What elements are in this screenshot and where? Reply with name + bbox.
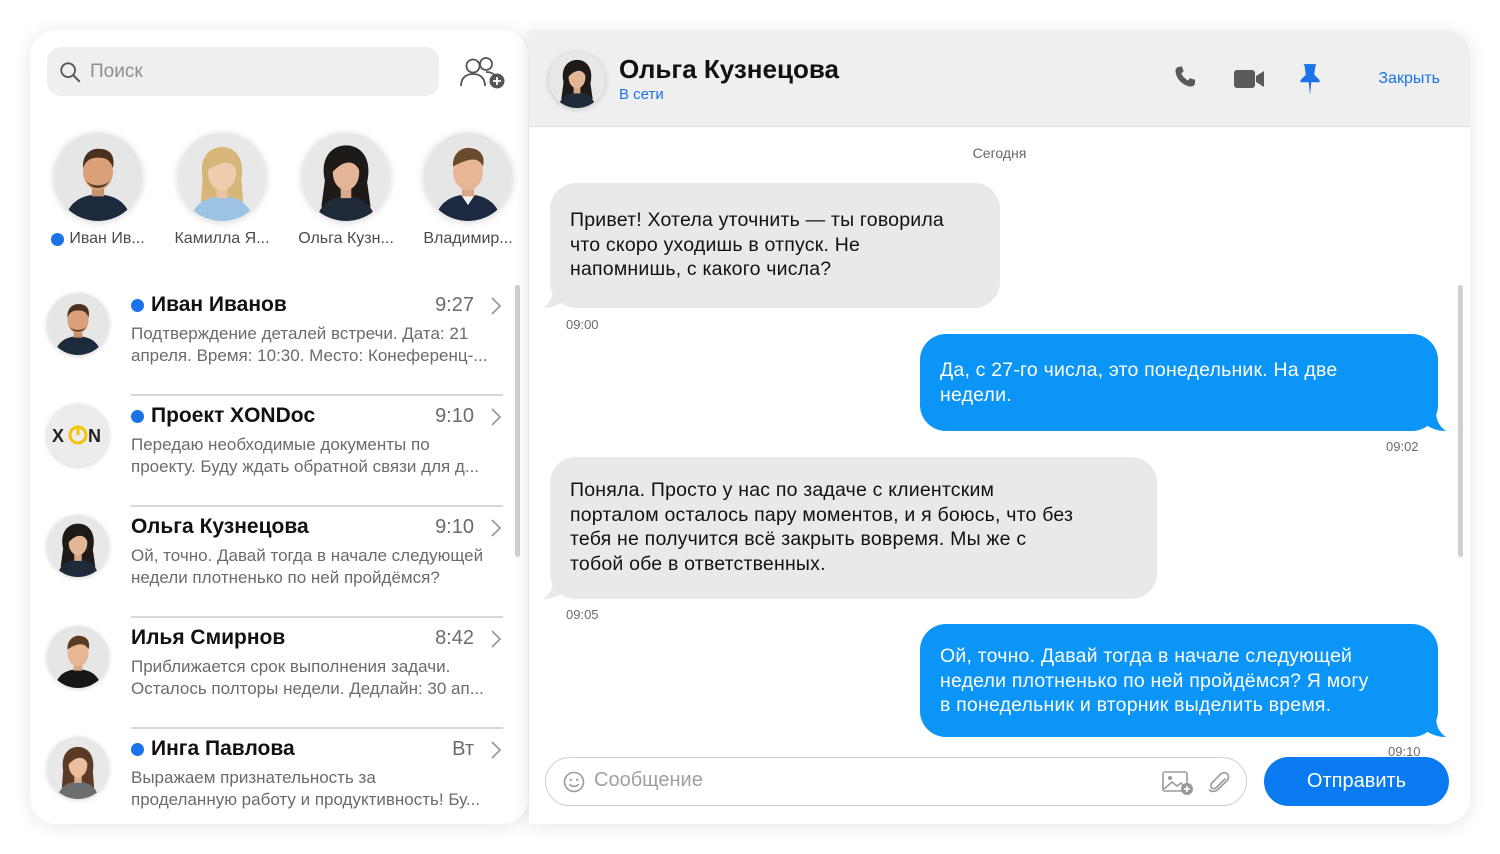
- search-icon: [60, 61, 81, 82]
- chat-preview: Подтверждение деталей встречи. Дата: 21 а…: [131, 324, 488, 365]
- avatar: [302, 133, 390, 221]
- message-bubble-outgoing[interactable]: Ой, точно. Давай тогда в начале следующе…: [920, 624, 1438, 737]
- phone-icon[interactable]: [1172, 63, 1198, 91]
- chevron-right-icon: [491, 741, 502, 759]
- avatar: [47, 626, 109, 688]
- chat-list-panel: Иван Ив... Камилла Я... Ольга Кузн... Вл…: [30, 30, 528, 824]
- conversation-panel: Ольга Кузнецова В сети Закрыть Сегодня П…: [529, 30, 1470, 824]
- story-item[interactable]: Владимир...: [408, 133, 528, 248]
- story-name: Камилла Я...: [174, 230, 270, 247]
- unread-indicator: [131, 298, 144, 312]
- emoji-icon[interactable]: [563, 771, 585, 793]
- story-name: Владимир...: [423, 230, 513, 247]
- message-time: 09:00: [566, 317, 599, 332]
- search-box[interactable]: [47, 47, 439, 96]
- story-item[interactable]: Камилла Я...: [162, 133, 282, 248]
- chat-time: 9:10: [435, 405, 474, 427]
- stories-row: Иван Ив... Камилла Я... Ольга Кузн... Вл…: [30, 133, 528, 258]
- chat-preview: Приближается срок выполнения задачи. Оста…: [131, 657, 484, 698]
- avatar: [178, 133, 266, 221]
- message-composer: [545, 757, 1247, 806]
- message-bubble-incoming[interactable]: Поняла. Просто у нас по задаче с клиентс…: [550, 457, 1157, 599]
- chat-preview: Ой, точно. Давай тогда в начале следующе…: [131, 546, 484, 587]
- avatar[interactable]: [549, 52, 605, 108]
- close-link[interactable]: Закрыть: [1378, 70, 1440, 88]
- conversation-header: Ольга Кузнецова В сети Закрыть: [529, 30, 1470, 127]
- chevron-right-icon: [491, 297, 502, 315]
- online-indicator: [51, 232, 65, 246]
- send-button[interactable]: Отправить: [1264, 757, 1449, 806]
- chat-list-item[interactable]: Илья Смирнов 8:42 Приближается срок выпо…: [30, 618, 520, 729]
- story-item[interactable]: Ольга Кузн...: [286, 133, 406, 248]
- chevron-right-icon: [491, 519, 502, 537]
- chat-list-item[interactable]: Ольга Кузнецова 9:10 Ой, точно. Давай то…: [30, 507, 520, 618]
- bubble-tail: [1424, 411, 1446, 431]
- story-name: Иван Ив...: [69, 230, 145, 247]
- svg-text:X: X: [52, 426, 64, 446]
- bubble-tail: [543, 288, 565, 308]
- search-input[interactable]: [90, 60, 410, 83]
- chat-time: 9:27: [435, 294, 474, 316]
- svg-text:N: N: [88, 426, 101, 446]
- story-item[interactable]: Иван Ив...: [38, 133, 158, 248]
- chat-preview: Выражаем признательность за проделанную р…: [131, 768, 481, 809]
- bubble-tail: [1424, 717, 1446, 737]
- chat-title: Иван Иванов: [151, 293, 287, 316]
- chat-list-item[interactable]: Иван Иванов 9:27 Подтверждение деталей в…: [30, 285, 520, 396]
- add-group-icon[interactable]: [458, 56, 506, 90]
- paperclip-icon[interactable]: [1208, 770, 1230, 796]
- chat-list: Иван Иванов 9:27 Подтверждение деталей в…: [30, 285, 520, 824]
- contact-name: Ольга Кузнецова: [619, 54, 839, 84]
- chat-time: 9:10: [435, 516, 474, 538]
- chevron-right-icon: [491, 630, 502, 648]
- chat-time: Вт: [452, 738, 474, 760]
- bubble-tail: [543, 579, 565, 599]
- pin-icon[interactable]: [1297, 62, 1323, 96]
- unread-indicator: [131, 742, 144, 756]
- avatar: [424, 133, 512, 221]
- message-time: 09:05: [566, 607, 599, 622]
- chat-title: Инга Павлова: [151, 737, 295, 760]
- avatar: [47, 515, 109, 577]
- story-name: Ольга Кузн...: [298, 230, 394, 247]
- avatar: [47, 737, 109, 799]
- chat-title: Илья Смирнов: [131, 626, 286, 649]
- chat-title: Ольга Кузнецова: [131, 515, 309, 538]
- chat-title: Проект XONDoc: [151, 404, 316, 427]
- chevron-right-icon: [491, 408, 502, 426]
- date-separator: Сегодня: [972, 145, 1027, 161]
- message-input[interactable]: [594, 769, 1134, 792]
- message-bubble-outgoing[interactable]: Да, с 27-го числа, это понедельник. На д…: [920, 334, 1438, 431]
- xon-logo: X N: [47, 404, 109, 466]
- image-attach-icon[interactable]: [1162, 770, 1194, 796]
- unread-indicator: [131, 409, 144, 423]
- message-bubble-incoming[interactable]: Привет! Хотела уточнить — ты говорила что…: [550, 183, 1000, 308]
- video-camera-icon[interactable]: [1233, 68, 1265, 90]
- message-time: 09:02: [1386, 439, 1419, 454]
- chat-list-item[interactable]: Инга Павлова Вт Выражаем признательность…: [30, 729, 520, 824]
- chat-preview: Передаю необходимые документы по проекту.…: [131, 435, 480, 476]
- contact-status: В сети: [619, 86, 664, 103]
- chat-time: 8:42: [435, 627, 474, 649]
- chat-list-scrollbar[interactable]: [515, 285, 520, 557]
- conversation-scrollbar[interactable]: [1458, 285, 1463, 557]
- avatar: [47, 293, 109, 355]
- avatar: [54, 133, 142, 221]
- chat-list-item[interactable]: X N Проект XONDoc 9:10 Передаю необходим…: [30, 396, 520, 507]
